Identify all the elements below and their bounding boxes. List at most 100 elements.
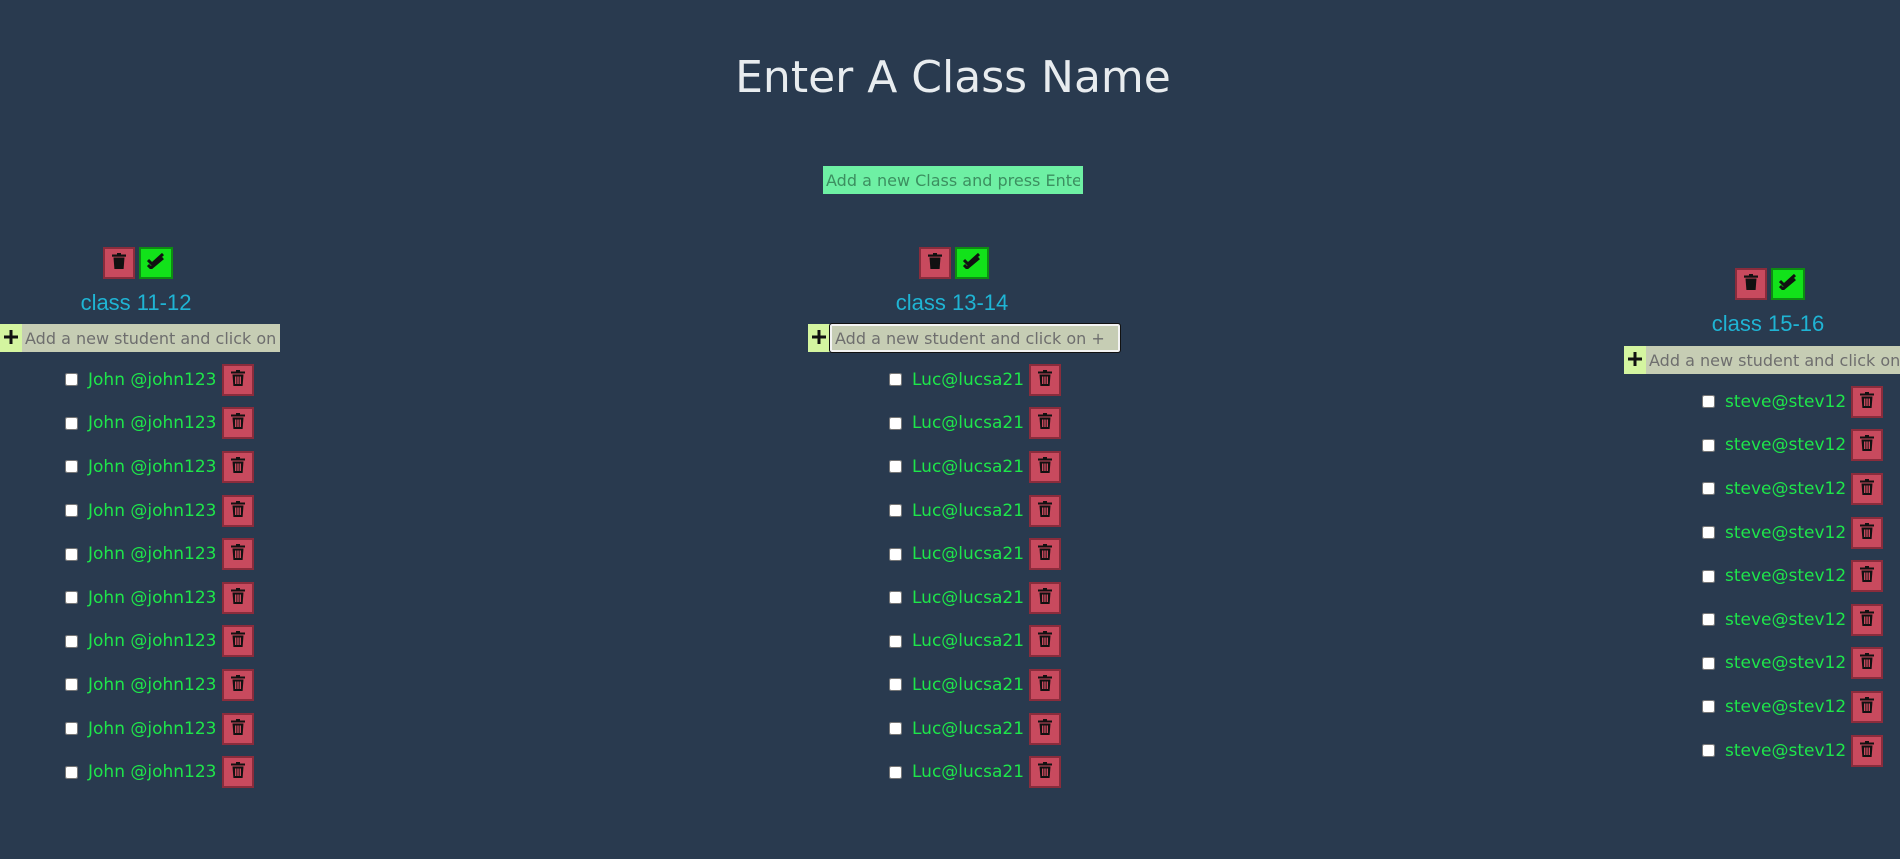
student-checkbox[interactable] (889, 504, 902, 518)
student-checkbox[interactable] (65, 416, 78, 430)
student-item: John @john123 (65, 750, 254, 794)
student-checkbox[interactable] (65, 460, 78, 474)
delete-student-button[interactable] (1029, 407, 1062, 440)
trash-icon (230, 674, 245, 695)
student-list: John @john123 John @john123 John @john123 J… (65, 358, 254, 794)
student-checkbox[interactable] (1702, 482, 1715, 496)
student-checkbox[interactable] (889, 678, 902, 692)
student-checkbox[interactable] (65, 373, 78, 387)
student-checkbox[interactable] (889, 722, 902, 736)
student-checkbox[interactable] (889, 460, 902, 474)
delete-student-button[interactable] (1851, 734, 1884, 767)
delete-student-button[interactable] (221, 625, 254, 658)
trash-icon (1860, 391, 1875, 412)
student-checkbox[interactable] (1702, 395, 1715, 409)
student-item: steve@stev12 (1702, 598, 1884, 642)
student-checkbox[interactable] (65, 722, 78, 736)
student-name: Luc@lucsa21 (912, 456, 1025, 477)
student-checkbox[interactable] (65, 634, 78, 648)
student-checkbox[interactable] (1702, 526, 1715, 540)
student-checkbox[interactable] (1702, 569, 1715, 583)
student-item: Luc@lucsa21 (889, 750, 1062, 794)
trash-icon (230, 544, 245, 564)
delete-student-button[interactable] (221, 363, 254, 396)
add-student-button[interactable] (808, 324, 830, 352)
trash-icon (1860, 740, 1875, 761)
student-name: steve@stev12 (1725, 435, 1847, 456)
new-class-input[interactable] (823, 166, 1083, 194)
student-name: Luc@lucsa21 (912, 718, 1025, 739)
page-title: Enter A Class Name (735, 52, 1171, 103)
student-name: Luc@lucsa21 (912, 369, 1025, 390)
student-checkbox[interactable] (65, 678, 78, 692)
delete-student-button[interactable] (1029, 581, 1062, 614)
delete-student-button[interactable] (221, 756, 254, 789)
student-checkbox[interactable] (1702, 613, 1715, 627)
delete-student-button[interactable] (1029, 625, 1062, 658)
delete-student-button[interactable] (1029, 712, 1062, 745)
student-checkbox[interactable] (1702, 438, 1715, 452)
student-checkbox[interactable] (65, 547, 78, 561)
student-item: steve@stev12 (1702, 380, 1884, 424)
delete-student-button[interactable] (1851, 560, 1884, 593)
student-input[interactable] (1646, 346, 1900, 374)
delete-student-button[interactable] (1851, 429, 1884, 462)
student-name: steve@stev12 (1725, 609, 1847, 630)
complete-class-button[interactable] (955, 247, 989, 279)
delete-student-button[interactable] (1851, 690, 1884, 723)
delete-student-button[interactable] (1029, 494, 1062, 527)
delete-class-button[interactable] (919, 247, 951, 279)
student-checkbox[interactable] (65, 504, 78, 518)
student-checkbox[interactable] (1702, 656, 1715, 670)
trash-icon (1860, 435, 1875, 455)
complete-class-button[interactable] (1771, 268, 1805, 300)
student-checkbox[interactable] (889, 591, 902, 605)
student-checkbox[interactable] (1702, 744, 1715, 758)
delete-student-button[interactable] (1029, 450, 1062, 483)
delete-student-button[interactable] (1029, 538, 1062, 571)
delete-student-button[interactable] (1029, 363, 1062, 396)
class-actions (103, 247, 173, 279)
delete-student-button[interactable] (221, 494, 254, 527)
delete-student-button[interactable] (1851, 472, 1884, 505)
student-checkbox[interactable] (889, 373, 902, 387)
delete-class-button[interactable] (1735, 268, 1767, 300)
delete-student-button[interactable] (1029, 756, 1062, 789)
delete-student-button[interactable] (1851, 603, 1884, 636)
student-item: Luc@lucsa21 (889, 358, 1062, 402)
delete-student-button[interactable] (221, 407, 254, 440)
trash-icon (1038, 369, 1053, 390)
delete-student-button[interactable] (221, 668, 254, 701)
student-checkbox[interactable] (889, 634, 902, 648)
student-item: Luc@lucsa21 (889, 576, 1062, 620)
delete-class-button[interactable] (103, 247, 135, 279)
student-checkbox[interactable] (889, 765, 902, 779)
delete-student-button[interactable] (221, 581, 254, 614)
delete-student-button[interactable] (1029, 668, 1062, 701)
student-input[interactable] (22, 324, 280, 352)
student-item: John @john123 (65, 707, 254, 751)
trash-icon (1038, 718, 1053, 739)
delete-student-button[interactable] (1851, 647, 1884, 680)
student-input[interactable] (829, 323, 1121, 353)
trash-icon (230, 718, 245, 739)
student-name: John @john123 (88, 500, 217, 521)
student-checkbox[interactable] (65, 591, 78, 605)
student-checkbox[interactable] (889, 547, 902, 561)
delete-student-button[interactable] (221, 712, 254, 745)
student-item: John @john123 (65, 620, 254, 664)
student-name: steve@stev12 (1725, 522, 1847, 543)
student-checkbox[interactable] (1702, 700, 1715, 714)
add-student-button[interactable] (0, 324, 22, 352)
add-student-button[interactable] (1624, 346, 1646, 374)
delete-student-button[interactable] (221, 450, 254, 483)
complete-class-button[interactable] (139, 247, 173, 279)
delete-student-button[interactable] (1851, 516, 1884, 549)
delete-student-button[interactable] (221, 538, 254, 571)
student-checkbox[interactable] (889, 416, 902, 430)
student-checkbox[interactable] (65, 765, 78, 779)
class-title: class 15-16 (1711, 311, 1825, 336)
student-list: Luc@lucsa21 Luc@lucsa21 Luc@lucsa21 Luc@luc… (889, 358, 1062, 794)
trash-icon (230, 500, 245, 521)
delete-student-button[interactable] (1851, 385, 1884, 418)
